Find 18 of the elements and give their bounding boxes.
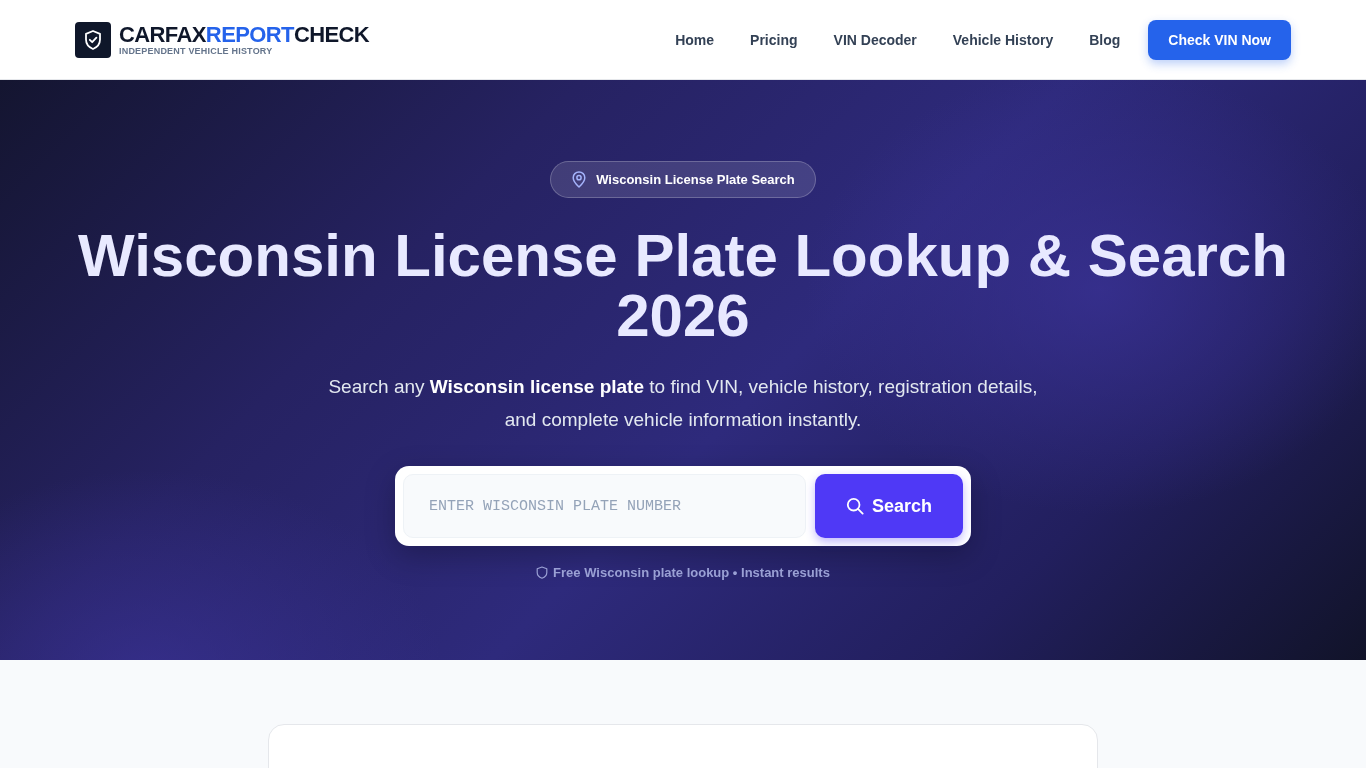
search-icon <box>845 497 864 515</box>
nav-link[interactable]: Blog <box>1089 31 1121 48</box>
shield-check-icon <box>75 21 111 58</box>
map-pin-icon <box>572 171 587 188</box>
nav-link[interactable]: Pricing <box>750 31 798 48</box>
nav-link[interactable]: Vehicle History <box>952 31 1054 48</box>
nav-link[interactable]: VIN Decoder <box>833 31 917 48</box>
hero-subtitle: Search any Wisconsin license plate to find VIN, vehicle history, registration details, and complete vehicle information instantly. <box>327 375 1039 432</box>
search-button[interactable]: Search <box>815 474 963 538</box>
plate-input-field[interactable]: ENTER WISCONSIN PLATE NUMBER <box>403 474 806 538</box>
hero-title: Wisconsin License Plate Lookup & Search 2026 <box>77 226 1289 346</box>
brand-name[interactable]: CARFAXREPORTCHECK <box>119 24 370 46</box>
nav-link[interactable]: Home <box>675 31 715 48</box>
hero-note: Free Wisconsin plate lookup • Instant results <box>553 565 830 580</box>
brand-tagline: INDEPENDENT VEHICLE HISTORY <box>119 46 274 57</box>
shield-icon <box>536 566 549 579</box>
check-vin-button[interactable]: Check VIN Now <box>1148 19 1291 60</box>
badge-label: Wisconsin License Plate Search <box>596 172 795 187</box>
